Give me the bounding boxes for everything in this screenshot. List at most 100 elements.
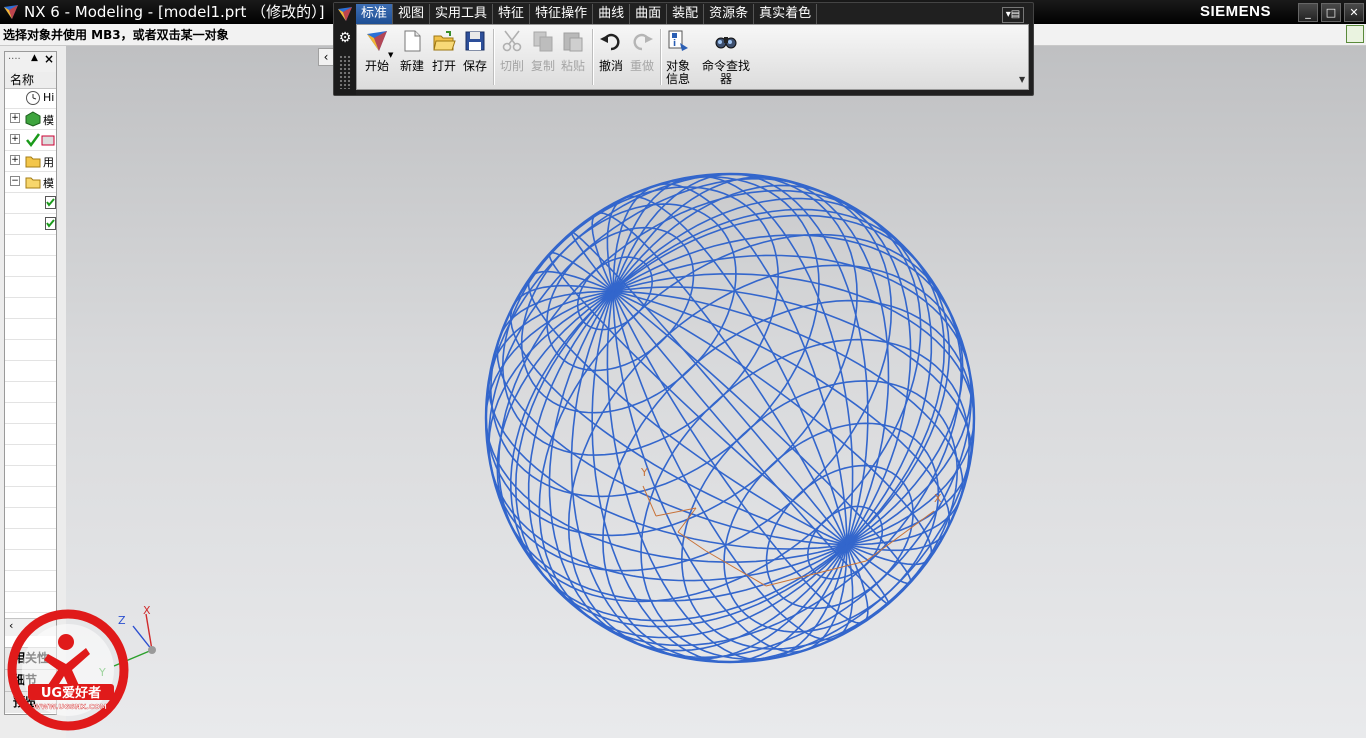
start-icon — [367, 31, 387, 51]
expand-icon[interactable]: + — [10, 113, 20, 123]
tab-true-shading[interactable]: 真实着色 — [754, 4, 818, 24]
close-icon[interactable]: × — [44, 52, 54, 66]
tree-row-label: Hi — [43, 91, 55, 104]
tab-resource-bar[interactable]: 资源条 — [704, 4, 755, 24]
svg-text:i: i — [673, 39, 676, 49]
paste-label: 粘贴 — [560, 59, 585, 73]
new-button[interactable]: 新建 — [397, 29, 427, 85]
new-label: 新建 — [399, 59, 424, 73]
expand-icon[interactable]: + — [10, 134, 20, 144]
save-label: 保存 — [462, 59, 487, 73]
tab-feature-operation[interactable]: 特征操作 — [530, 4, 594, 24]
folder-icon — [25, 156, 41, 168]
tree-row-empty — [5, 571, 56, 592]
triad-origin[interactable] — [148, 646, 156, 654]
checkmark-icon — [26, 133, 41, 148]
open-label: 打开 — [431, 59, 456, 73]
sphere-latitude-line — [514, 208, 946, 628]
tree-row-empty — [5, 550, 56, 571]
sphere-wireframe[interactable]: YXZXY — [66, 46, 1366, 738]
sphere-meridian-line — [509, 284, 951, 552]
command-finder-button[interactable]: 命令查找 器 — [699, 29, 753, 86]
object-info-button[interactable]: i 对象 信息 — [663, 29, 693, 86]
grip-icon[interactable] — [339, 55, 351, 89]
sphere-meridian-line — [606, 175, 854, 661]
window-title: NX 6 - Modeling - [model1.prt （修改的）] — [24, 3, 325, 21]
tree-row-feature-2[interactable] — [5, 214, 56, 235]
tree-row-model-history[interactable]: − 模 — [5, 172, 56, 193]
copy-button[interactable]: 复制 — [528, 29, 558, 85]
tab-view[interactable]: 视图 — [393, 4, 431, 24]
cut-label: 切削 — [499, 59, 524, 73]
tree-row-empty — [5, 298, 56, 319]
expand-toolbar-icon[interactable]: ▼ — [1019, 75, 1025, 84]
feature-check-icon[interactable] — [45, 196, 56, 209]
tree-row-model-views[interactable]: + 模 — [5, 109, 56, 130]
undo-button[interactable]: 撤消 — [596, 29, 626, 85]
nx-logo-icon[interactable] — [337, 6, 353, 22]
gear-icon[interactable]: ⚙ — [337, 30, 353, 46]
object-info-label-2: 信息 — [665, 72, 690, 86]
undo-label: 撤消 — [598, 59, 623, 73]
toolbar-separator — [660, 29, 662, 85]
close-button[interactable]: ✕ — [1344, 3, 1364, 22]
paste-icon — [563, 32, 583, 52]
command-finder-label-2: 器 — [719, 72, 732, 86]
binoculars-icon — [715, 37, 737, 49]
collapse-up-icon[interactable]: ▲ — [31, 53, 38, 63]
undo-icon — [600, 33, 620, 51]
column-header-name[interactable]: 名称 — [5, 72, 56, 89]
collapse-icon[interactable]: − — [10, 176, 20, 186]
drag-handle-icon[interactable]: ···· — [8, 54, 21, 65]
save-button[interactable]: 保存 — [460, 29, 490, 85]
csys-x-label: X — [934, 492, 942, 505]
toolbar-options-icon[interactable]: ▾▤ — [1002, 7, 1024, 23]
tree-row-empty — [5, 319, 56, 340]
toolbar-separator — [493, 29, 495, 85]
tree-row-empty — [5, 256, 56, 277]
tree-row-empty — [5, 361, 56, 382]
nx-app-icon[interactable] — [3, 4, 19, 20]
tree-row-history[interactable]: Hi — [5, 88, 56, 109]
sphere-meridian-line — [496, 290, 964, 546]
tree-row-camera[interactable]: + — [5, 130, 56, 151]
navigator-header: ···· ▲ × — [5, 52, 56, 73]
sphere-meridian-line — [488, 286, 972, 550]
redo-button[interactable]: 重做 — [627, 29, 657, 85]
redo-icon — [633, 33, 653, 51]
tree-row-user-expressions[interactable]: + 用 — [5, 151, 56, 172]
tab-standard[interactable]: 标准 — [356, 4, 394, 24]
new-file-icon — [404, 30, 421, 52]
tab-surface[interactable]: 曲面 — [630, 4, 668, 24]
selection-status-icon[interactable] — [1346, 25, 1364, 43]
toolbar-handle: ⚙ — [334, 3, 356, 95]
minimize-button[interactable]: _ — [1298, 3, 1318, 22]
collapse-resource-button[interactable]: ‹ — [318, 48, 334, 66]
tab-curve[interactable]: 曲线 — [593, 4, 631, 24]
tree-row-feature-1[interactable] — [5, 193, 56, 214]
history-clock-icon — [26, 91, 40, 105]
open-button[interactable]: 打开 — [429, 29, 459, 85]
feature-check-icon[interactable] — [45, 217, 56, 230]
tab-feature[interactable]: 特征 — [493, 4, 531, 24]
save-disk-icon — [465, 31, 485, 51]
sphere-meridian-line — [496, 234, 964, 602]
model-views-icon — [25, 111, 41, 127]
tree-row-empty — [5, 445, 56, 466]
tab-assembly[interactable]: 装配 — [667, 4, 705, 24]
restore-button[interactable]: □ — [1321, 3, 1341, 22]
tree-row-empty — [5, 340, 56, 361]
cut-button[interactable]: 切削 — [497, 29, 527, 85]
expand-icon[interactable]: + — [10, 155, 20, 165]
column-name-label: 名称 — [10, 73, 35, 87]
siemens-logo: SIEMENS — [1200, 3, 1272, 20]
tree-row-empty — [5, 487, 56, 508]
copy-icon — [533, 31, 553, 52]
paste-button[interactable]: 粘贴 — [558, 29, 588, 85]
graphics-window[interactable]: YXZXY ‹ — [66, 46, 1366, 738]
csys-y-label: Y — [640, 466, 648, 479]
start-dropdown-icon[interactable]: ▼ — [388, 51, 393, 59]
sphere-meridian-line — [548, 184, 912, 652]
tab-utility[interactable]: 实用工具 — [430, 4, 494, 24]
copy-label: 复制 — [530, 59, 555, 73]
